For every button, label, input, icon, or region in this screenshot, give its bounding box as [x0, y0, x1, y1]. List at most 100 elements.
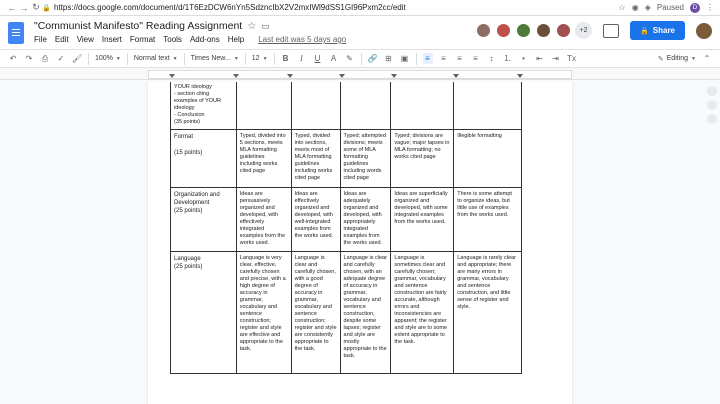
lock-icon[interactable]: 🔒	[42, 4, 54, 12]
collaborator-avatar[interactable]	[555, 22, 573, 39]
table-cell[interactable]: Ideas are superficially organized and de…	[390, 187, 455, 252]
document-title[interactable]: "Communist Manifesto" Reading Assignment	[34, 20, 242, 32]
collaborator-avatar[interactable]	[495, 22, 513, 39]
collaborator-avatar[interactable]	[515, 22, 533, 39]
collaborator-avatar[interactable]	[535, 22, 553, 39]
image-icon[interactable]: ▣	[400, 54, 410, 63]
menu-insert[interactable]: Insert	[102, 35, 122, 44]
menu-tools[interactable]: Tools	[163, 35, 182, 44]
mode-select[interactable]: ✎ Editing ▼	[658, 55, 696, 63]
paint-format-icon[interactable]: 🖌	[72, 54, 82, 63]
table-cell[interactable]: Typed, divided into 5 sections, meets ML…	[235, 129, 292, 188]
table-cell[interactable]	[453, 82, 522, 130]
menu-addons[interactable]: Add-ons	[190, 35, 220, 44]
table-cell[interactable]: Organization and Development (25 points)	[170, 187, 237, 252]
extension-icon-2[interactable]: ◈	[645, 3, 651, 12]
italic-icon[interactable]: I	[297, 54, 307, 63]
undo-icon[interactable]: ↶	[8, 54, 18, 63]
table-cell[interactable]: Language (25 points)	[170, 251, 237, 374]
tasks-icon[interactable]	[707, 114, 717, 124]
style-select[interactable]: Normal text ▼	[134, 55, 178, 62]
link-icon[interactable]: 🔗	[368, 54, 378, 63]
table-cell[interactable]: Ideas are adequately organized and devel…	[339, 187, 392, 252]
table-cell[interactable]	[339, 82, 392, 130]
paused-label[interactable]: Paused	[657, 3, 684, 12]
indent-marker[interactable]	[169, 74, 175, 79]
extension-icon[interactable]: ◉	[632, 3, 639, 12]
table-cell[interactable]: Language is clear and carefully chosen, …	[339, 251, 392, 374]
docs-logo-icon[interactable]	[8, 22, 24, 44]
table-cell[interactable]: Illegible formatting	[453, 129, 522, 188]
table-cell[interactable]	[390, 82, 455, 130]
reload-icon[interactable]: ↻	[30, 2, 42, 13]
line-spacing-icon[interactable]: ↕	[487, 54, 497, 63]
back-icon[interactable]: ←	[6, 3, 18, 13]
table-cell[interactable]: Format (15 points)	[170, 129, 237, 188]
text-color-icon[interactable]: A	[329, 54, 339, 63]
indent-decrease-icon[interactable]: ⇤	[535, 54, 545, 63]
user-avatar[interactable]	[696, 22, 712, 39]
highlight-icon[interactable]: ✎	[345, 54, 355, 63]
menu-help[interactable]: Help	[228, 35, 244, 44]
star-icon[interactable]: ☆	[619, 3, 626, 12]
align-left-icon[interactable]: ≡	[422, 53, 433, 64]
column-marker[interactable]	[453, 74, 459, 79]
table-cell[interactable]: Language is sometimes clear and carefull…	[390, 251, 455, 374]
bulleted-list-icon[interactable]: •	[519, 54, 529, 63]
column-marker[interactable]	[339, 74, 345, 79]
column-marker[interactable]	[287, 74, 293, 79]
underline-icon[interactable]: U	[313, 54, 323, 63]
more-collaborators[interactable]: +2	[575, 22, 593, 39]
menu-view[interactable]: View	[77, 35, 94, 44]
menu-dots-icon[interactable]: ⋮	[706, 3, 714, 12]
table-cell[interactable]: YOUR ideology - section citing examples …	[170, 82, 237, 130]
collapse-icon[interactable]: ⌃	[702, 54, 712, 63]
url-field[interactable]: https://docs.google.com/document/d/1T6Ez…	[54, 3, 619, 12]
align-right-icon[interactable]: ≡	[455, 54, 465, 63]
table-cell[interactable]: Ideas are effectively organized and deve…	[290, 187, 341, 252]
menu-file[interactable]: File	[34, 35, 47, 44]
star-icon[interactable]: ☆	[247, 21, 256, 32]
last-edit-link[interactable]: Last edit was 5 days ago	[258, 35, 346, 44]
indent-increase-icon[interactable]: ⇥	[551, 54, 561, 63]
clear-format-icon[interactable]: Tx	[567, 54, 577, 63]
forward-icon[interactable]: →	[18, 3, 30, 13]
table-cell[interactable]	[290, 82, 341, 130]
pencil-icon: ✎	[657, 55, 664, 63]
column-marker[interactable]	[233, 74, 239, 79]
profile-avatar[interactable]: D	[690, 2, 700, 13]
redo-icon[interactable]: ↷	[24, 54, 34, 63]
table-cell[interactable]	[235, 82, 292, 130]
table-cell[interactable]: Typed, divided into sections, meets most…	[290, 129, 341, 188]
keep-icon[interactable]	[707, 100, 717, 110]
menu-edit[interactable]: Edit	[55, 35, 69, 44]
comment-add-icon[interactable]: ⊞	[384, 54, 394, 63]
zoom-select[interactable]: 100% ▼	[95, 55, 121, 62]
print-icon[interactable]: ⎙	[40, 54, 50, 64]
numbered-list-icon[interactable]: ⒈	[503, 53, 513, 64]
bold-icon[interactable]: B	[281, 54, 291, 63]
document-canvas[interactable]: YOUR ideology - section citing examples …	[0, 82, 720, 404]
table-cell[interactable]: Ideas are persuasively organized and dev…	[235, 187, 292, 252]
justify-icon[interactable]: ≡	[471, 54, 481, 63]
table-cell[interactable]: Language is very clear, effective, caref…	[235, 251, 292, 374]
table-cell[interactable]: There is some attempt to organize ideas,…	[453, 187, 522, 252]
font-select[interactable]: Times New... ▼	[191, 55, 239, 62]
spellcheck-icon[interactable]: ✓	[56, 54, 66, 63]
menu-format[interactable]: Format	[130, 35, 155, 44]
ruler[interactable]	[0, 68, 720, 80]
collaborator-avatar[interactable]	[475, 22, 493, 39]
folder-icon[interactable]: ▭	[261, 21, 270, 32]
align-center-icon[interactable]: ≡	[439, 54, 449, 63]
table-cell[interactable]: Typed; divisions are vague; major lapses…	[390, 129, 455, 188]
font-size-select[interactable]: 12 ▼	[252, 55, 268, 62]
table-cell[interactable]: Language is rarely clear and appropriate…	[453, 251, 522, 374]
share-button[interactable]: 🔒 Share	[630, 21, 685, 40]
column-marker[interactable]	[391, 74, 397, 79]
comment-icon[interactable]	[603, 23, 620, 38]
table-cell[interactable]: Language is clear and carefully chosen, …	[290, 251, 341, 374]
calendar-icon[interactable]	[707, 86, 717, 96]
right-indent-marker[interactable]	[517, 74, 523, 79]
document-page[interactable]: YOUR ideology - section citing examples …	[148, 82, 572, 404]
table-cell[interactable]: Typed; attempted divisions; meets some o…	[339, 129, 392, 188]
